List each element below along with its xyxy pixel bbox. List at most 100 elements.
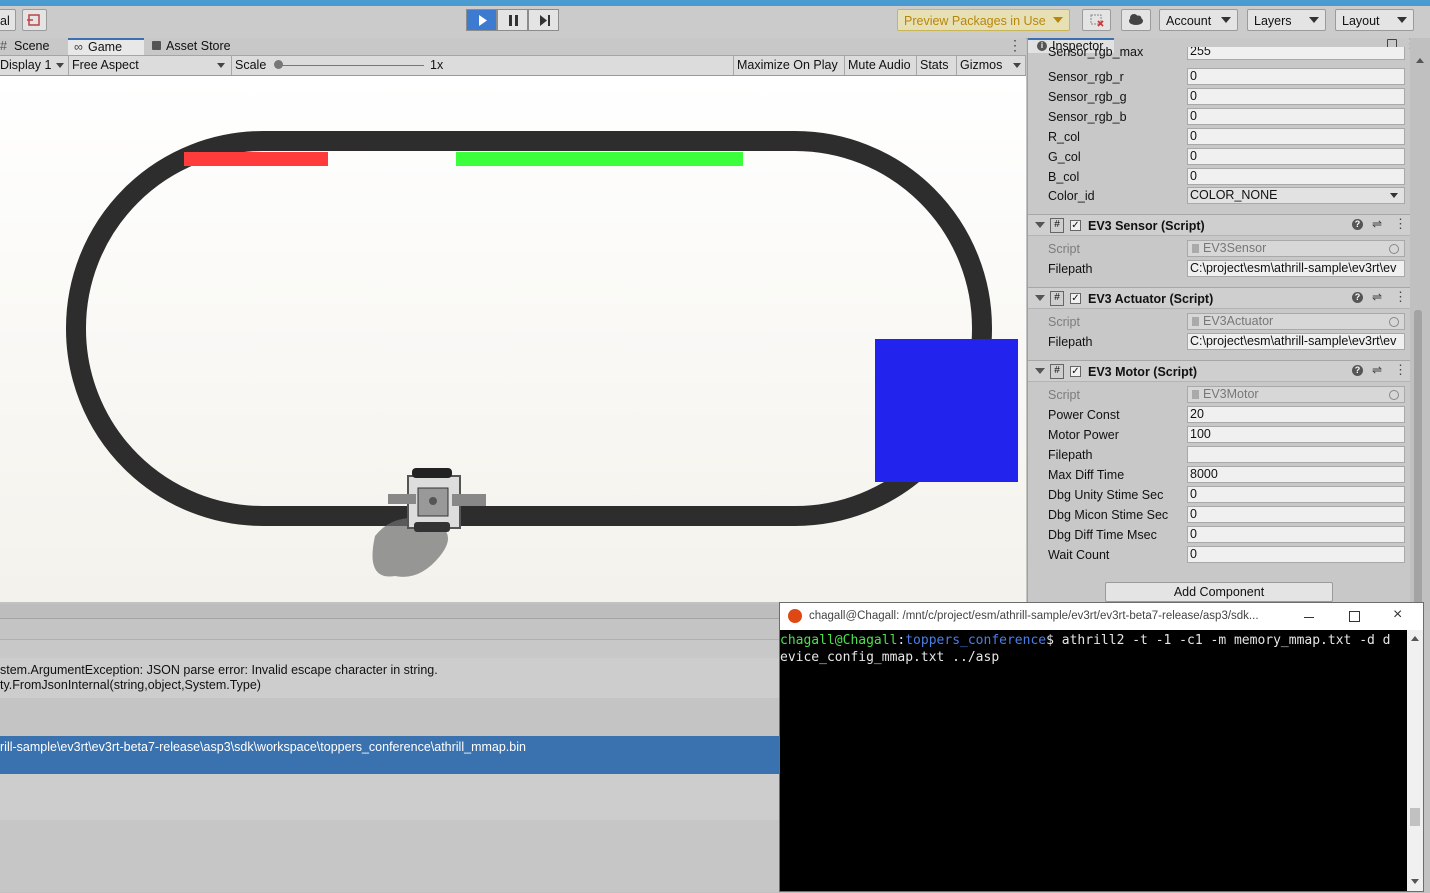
tab-menu-icon[interactable]: ⋮: [1008, 38, 1022, 55]
power-const-input[interactable]: 20: [1187, 406, 1405, 423]
g-col-input[interactable]: 0: [1187, 148, 1405, 165]
preset-icon[interactable]: ⇌: [1372, 217, 1382, 231]
game-viewport[interactable]: [0, 76, 1026, 602]
console-log-entry[interactable]: [0, 774, 779, 821]
display-dropdown[interactable]: Display 1: [0, 56, 69, 75]
tab-scene[interactable]: # Scene: [0, 38, 68, 55]
oval-track: [66, 131, 992, 526]
sensor-rgb-b-input[interactable]: 0: [1187, 108, 1405, 125]
game-view-toolbar: Display 1 Free Aspect Scale 1x Maximize …: [0, 56, 1026, 76]
enable-checkbox[interactable]: ✓: [1070, 366, 1081, 377]
account-dropdown[interactable]: Account: [1159, 9, 1238, 31]
dbg-diff-time-msec-input[interactable]: 0: [1187, 526, 1405, 543]
script-file-icon: [1192, 390, 1199, 399]
close-icon[interactable]: ×: [1393, 606, 1402, 624]
tab-asset-store[interactable]: Asset Store: [152, 38, 252, 55]
field-power-const: Power Const 20: [1028, 405, 1411, 425]
motor-filepath-input[interactable]: [1187, 446, 1405, 463]
component-menu-icon[interactable]: ⋮: [1394, 362, 1407, 378]
motor-power-input[interactable]: 100: [1187, 426, 1405, 443]
enable-checkbox[interactable]: ✓: [1070, 220, 1081, 231]
partial-toolbar-button[interactable]: al: [0, 9, 16, 31]
grid-icon: #: [0, 39, 7, 53]
motor-script-reference[interactable]: EV3Motor: [1187, 386, 1405, 403]
console-log-entry[interactable]: stem.ArgumentException: JSON parse error…: [0, 658, 779, 698]
desktop-background-strip: [0, 0, 1430, 6]
sensor-filepath-input[interactable]: C:\project\esm\athrill-sample\ev3rt\ev: [1187, 260, 1405, 277]
wait-count-input[interactable]: 0: [1187, 546, 1405, 563]
r-col-input[interactable]: 0: [1187, 128, 1405, 145]
maximize-icon[interactable]: [1349, 611, 1360, 622]
cloud-button[interactable]: [1121, 9, 1151, 31]
collab-error-icon[interactable]: [1082, 9, 1111, 31]
scroll-up-icon[interactable]: [1411, 636, 1419, 641]
max-diff-time-input[interactable]: 8000: [1187, 466, 1405, 483]
inspector-scrollbar[interactable]: [1410, 38, 1430, 610]
add-component-button[interactable]: Add Component: [1105, 582, 1333, 602]
target-icon[interactable]: [1389, 244, 1399, 254]
foldout-arrow-icon[interactable]: [1035, 295, 1045, 301]
collab-icon[interactable]: [22, 9, 47, 31]
maximize-on-play-toggle[interactable]: Maximize On Play: [734, 56, 845, 75]
step-button[interactable]: [528, 9, 559, 31]
pause-button[interactable]: [497, 9, 528, 31]
target-icon[interactable]: [1389, 317, 1399, 327]
sensor-rgb-g-input[interactable]: 0: [1187, 88, 1405, 105]
aspect-dropdown[interactable]: Free Aspect: [69, 56, 232, 75]
component-menu-icon[interactable]: ⋮: [1394, 289, 1407, 305]
gamepad-icon: ∞: [74, 40, 83, 54]
help-icon[interactable]: ?: [1352, 292, 1363, 303]
actuator-filepath-input[interactable]: C:\project\esm\athrill-sample\ev3rt\ev: [1187, 333, 1405, 350]
scale-control: Scale 1x: [232, 56, 734, 75]
component-header-ev3-sensor[interactable]: # ✓ EV3 Sensor (Script) ? ⇌ ⋮: [1028, 214, 1411, 236]
preset-icon[interactable]: ⇌: [1372, 363, 1382, 377]
minimize-icon[interactable]: [1304, 617, 1314, 618]
sensor-rgb-r-input[interactable]: 0: [1187, 68, 1405, 85]
dbg-unity-stime-sec-input[interactable]: 0: [1187, 486, 1405, 503]
scrollbar-thumb[interactable]: [1410, 808, 1420, 826]
scroll-up-icon[interactable]: [1416, 58, 1424, 63]
help-icon[interactable]: ?: [1352, 219, 1363, 230]
preset-icon[interactable]: ⇌: [1372, 290, 1382, 304]
field-dbg-diff-time-msec: Dbg Diff Time Msec 0: [1028, 525, 1411, 545]
chevron-down-icon: [1013, 63, 1021, 68]
scale-slider-track[interactable]: [278, 65, 424, 66]
console-selected-log-entry[interactable]: rill-sample\ev3rt\ev3rt-beta7-release\as…: [0, 736, 779, 774]
component-header-ev3-actuator[interactable]: # ✓ EV3 Actuator (Script) ? ⇌ ⋮: [1028, 287, 1411, 309]
target-icon[interactable]: [1389, 390, 1399, 400]
component-menu-icon[interactable]: ⋮: [1394, 216, 1407, 232]
sensor-rgb-max-input[interactable]: 255: [1187, 47, 1405, 60]
layers-dropdown[interactable]: Layers: [1247, 9, 1326, 31]
foldout-arrow-icon[interactable]: [1035, 222, 1045, 228]
play-button[interactable]: [466, 9, 497, 31]
dbg-micon-stime-sec-input[interactable]: 0: [1187, 506, 1405, 523]
mute-audio-toggle[interactable]: Mute Audio: [845, 56, 917, 75]
layout-dropdown[interactable]: Layout: [1335, 9, 1414, 31]
tab-game[interactable]: ∞ Game: [68, 38, 144, 55]
actuator-script-reference[interactable]: EV3Actuator: [1187, 313, 1405, 330]
console-panel: stem.ArgumentException: JSON parse error…: [0, 604, 779, 892]
b-col-input[interactable]: 0: [1187, 168, 1405, 185]
enable-checkbox[interactable]: ✓: [1070, 293, 1081, 304]
script-file-icon: [1192, 244, 1199, 253]
terminal-output[interactable]: chagall@Chagall:toppers_conference$ athr…: [780, 630, 1407, 893]
component-header-ev3-motor[interactable]: # ✓ EV3 Motor (Script) ? ⇌ ⋮: [1028, 360, 1411, 382]
field-sensor-rgb-g: Sensor_rgb_g 0: [1028, 87, 1411, 107]
field-sensor-filepath: Filepath C:\project\esm\athrill-sample\e…: [1028, 259, 1411, 279]
terminal-scrollbar[interactable]: [1407, 630, 1423, 891]
console-log-entry[interactable]: [0, 698, 779, 736]
scrollbar-thumb[interactable]: [1414, 310, 1422, 608]
help-icon[interactable]: ?: [1352, 365, 1363, 376]
store-bag-icon: [152, 41, 161, 50]
preview-packages-button[interactable]: Preview Packages in Use: [897, 9, 1070, 31]
script-hash-icon: #: [1050, 291, 1064, 306]
ubuntu-icon: [788, 609, 802, 623]
color-id-dropdown[interactable]: COLOR_NONE: [1187, 187, 1405, 204]
scroll-down-icon[interactable]: [1411, 879, 1419, 884]
stats-toggle[interactable]: Stats: [917, 56, 957, 75]
sensor-script-reference[interactable]: EV3Sensor: [1187, 240, 1405, 257]
scale-slider-handle[interactable]: [274, 60, 283, 69]
gizmos-dropdown[interactable]: Gizmos: [957, 56, 1026, 75]
terminal-title-bar[interactable]: chagall@Chagall: /mnt/c/project/esm/athr…: [780, 603, 1423, 630]
foldout-arrow-icon[interactable]: [1035, 368, 1045, 374]
